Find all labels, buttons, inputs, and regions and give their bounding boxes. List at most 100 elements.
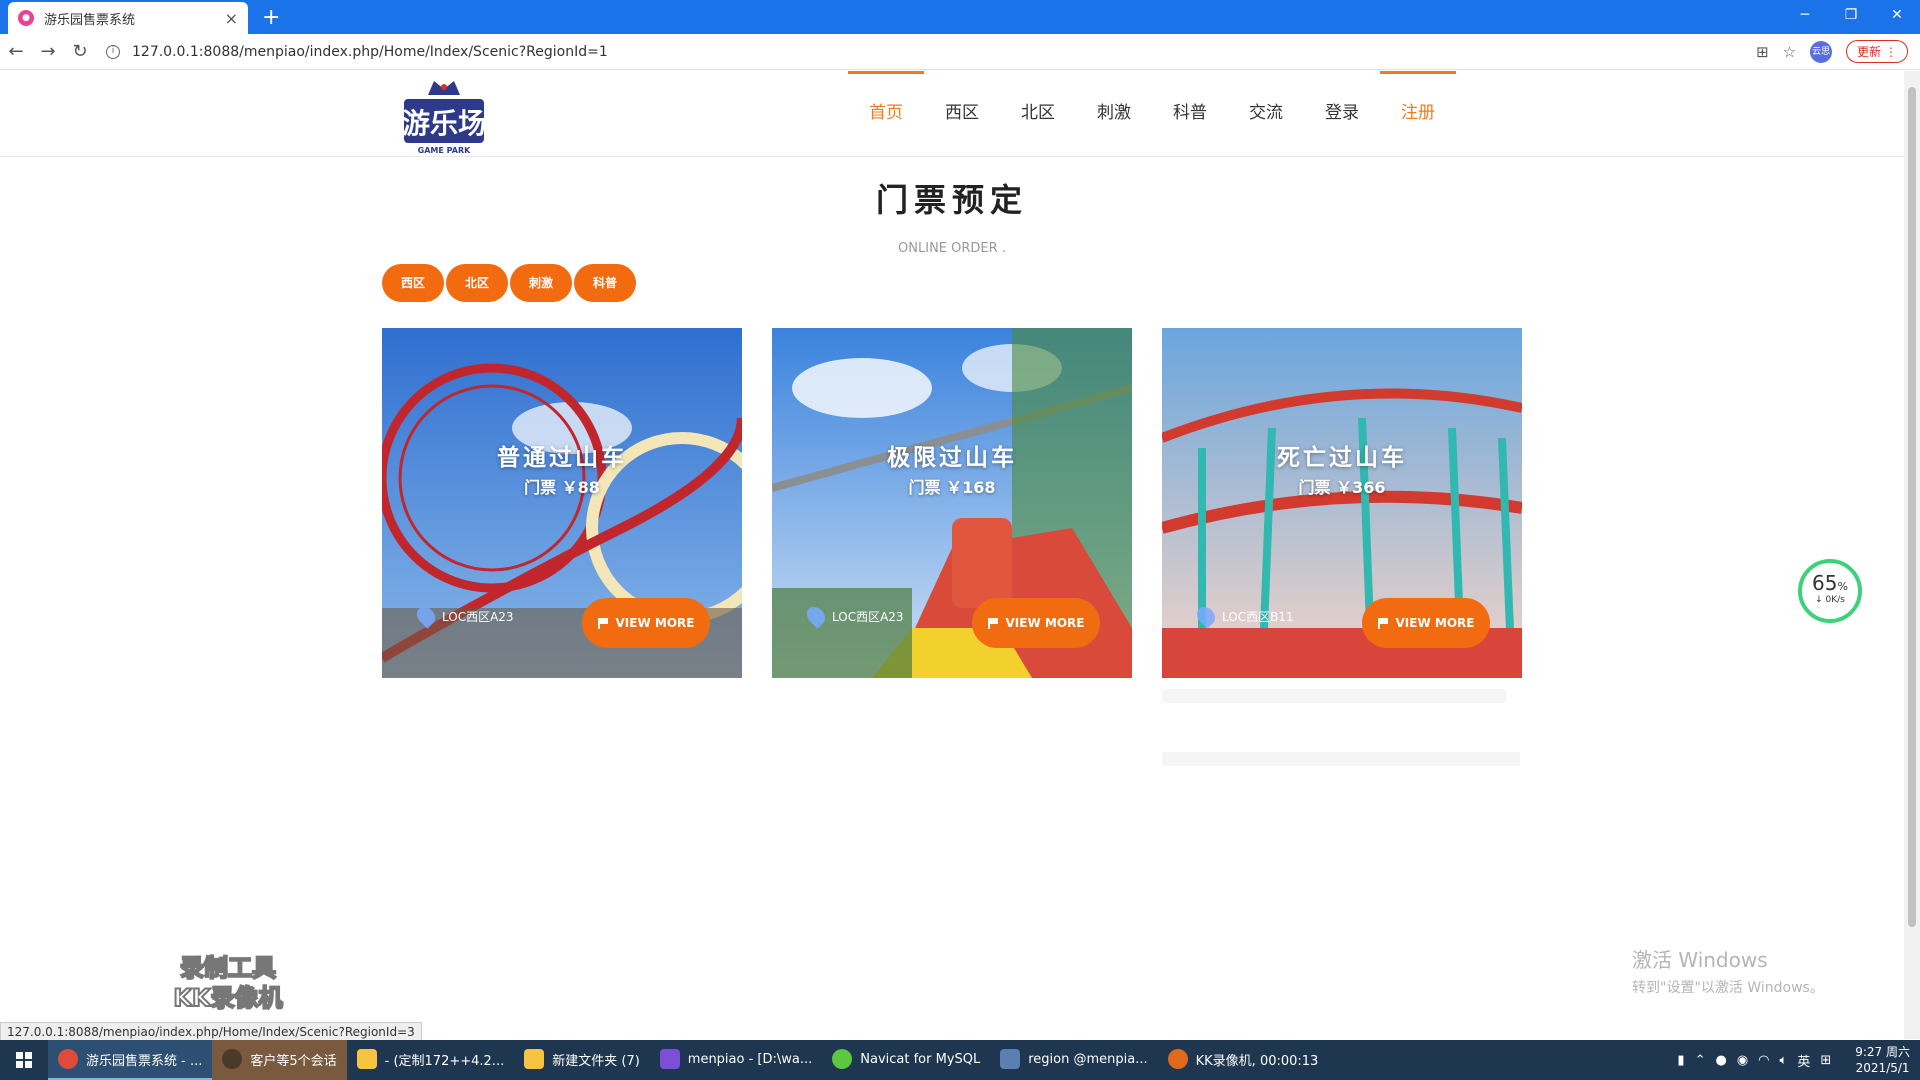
ime-indicator[interactable]: 英 (1797, 1051, 1810, 1070)
nav-science[interactable]: 科普 (1152, 71, 1228, 157)
update-label: 更新 (1857, 45, 1882, 59)
forward-icon[interactable]: → (32, 41, 64, 62)
ride-location: LOC西区A23 (413, 603, 514, 629)
main-nav: 首页 西区 北区 刺激 科普 交流 登录 注册 (848, 71, 1456, 157)
logo-subtext: GAME PARK (418, 146, 471, 155)
browser-tab[interactable]: ● 游乐园售票系统 × (8, 2, 248, 34)
ride-name: 极限过山车 (887, 445, 1017, 471)
taskbar-item-navicat[interactable]: Navicat for MySQL (822, 1040, 990, 1080)
location-pin-icon (413, 603, 439, 629)
close-tab-icon[interactable]: × (225, 9, 238, 28)
system-clock[interactable]: 9:27 周六 2021/5/1 (1855, 1044, 1910, 1076)
view-more-button[interactable]: VIEW MORE (972, 598, 1100, 648)
nav-home[interactable]: 首页 (848, 71, 924, 157)
filter-thrill[interactable]: 刺激 (510, 264, 572, 302)
address-toolbar: ← → ↻ i 127.0.0.1:8088/menpiao/index.php… (0, 34, 1920, 70)
page-title: 门票预定 (875, 181, 1028, 219)
app-tray-icon[interactable]: ● (1715, 1053, 1726, 1068)
phpstorm-icon (659, 1049, 680, 1069)
flag-icon (597, 617, 608, 629)
taskbar-item-region-table[interactable]: region @menpia... (990, 1040, 1157, 1080)
bookmark-star-icon[interactable]: ☆ (1783, 43, 1796, 61)
profile-avatar[interactable]: 云思 (1810, 40, 1833, 63)
taskbar-item-recorder[interactable]: KK录像机, 00:00:13 (1158, 1040, 1329, 1080)
battery-icon[interactable]: ▮ (1677, 1053, 1684, 1068)
back-icon[interactable]: ← (0, 41, 32, 62)
windows-activation-notice: 激活 Windows 转到"设置"以激活 Windows。 (1632, 944, 1824, 997)
translate-icon[interactable]: ⊞ (1756, 43, 1769, 61)
filter-science[interactable]: 科普 (574, 264, 636, 302)
site-header: 游乐场 GAME PARK 首页 西区 北区 刺激 科普 交流 登录 注册 (0, 71, 1904, 157)
filter-west[interactable]: 西区 (382, 264, 444, 302)
game-park-logo[interactable]: 游乐场 GAME PARK (398, 73, 490, 157)
nav-north[interactable]: 北区 (1000, 71, 1076, 157)
flag-icon (987, 617, 998, 629)
nav-forum[interactable]: 交流 (1228, 71, 1304, 157)
minimize-icon[interactable]: ─ (1782, 0, 1828, 30)
taskbar-item-browser[interactable]: 游乐园售票系统 - ... (48, 1040, 213, 1080)
site-favicon-icon: ● (18, 10, 34, 26)
location-text: LOC西区A23 (442, 609, 514, 624)
new-tab-button[interactable]: + (262, 5, 280, 30)
scrollbar-thumb[interactable] (1908, 87, 1916, 927)
ride-card[interactable]: 普通过山车 门票 ￥88 LOC西区A23 VIEW MORE (382, 328, 742, 678)
url-field[interactable]: i 127.0.0.1:8088/menpiao/index.php/Home/… (106, 44, 608, 60)
taskbar-label: menpiao - [D:\wa... (687, 1051, 813, 1067)
recorder-icon (1167, 1049, 1188, 1069)
taskbar-label: 新建文件夹 (7) (552, 1053, 640, 1069)
view-more-button[interactable]: VIEW MORE (1362, 598, 1490, 648)
nav-west[interactable]: 西区 (924, 71, 1000, 157)
network-speed-widget[interactable]: 65% ↓ 0K/s (1798, 559, 1862, 623)
ride-card[interactable]: 死亡过山车 门票 ￥366 LOC西区B11 VIEW MORE (1162, 328, 1522, 678)
window-controls: ─ ❐ ✕ (1782, 0, 1920, 30)
location-pin-icon (1193, 603, 1219, 629)
nav-thrill[interactable]: 刺激 (1076, 71, 1152, 157)
taskbar-item-folder-2[interactable]: 新建文件夹 (7) (514, 1040, 650, 1080)
table-icon (1000, 1049, 1021, 1069)
region-filters: 西区 北区 刺激 科普 (382, 264, 636, 302)
taskbar-item-phpstorm[interactable]: menpiao - [D:\wa... (650, 1040, 822, 1080)
qq-tray-icon[interactable]: ◉ (1737, 1053, 1748, 1068)
tab-title: 游乐园售票系统 (44, 12, 136, 28)
page-subtitle: ONLINE ORDER . (898, 241, 1006, 256)
view-more-label: VIEW MORE (615, 616, 695, 630)
chat-app-icon (222, 1049, 243, 1069)
taskbar-label: 客户等5个会话 (250, 1053, 337, 1069)
url-text: 127.0.0.1:8088/menpiao/index.php/Home/In… (132, 43, 608, 60)
activation-title: 激活 Windows (1632, 948, 1768, 972)
windows-taskbar: 游乐园售票系统 - ... 客户等5个会话 - (定制172++4.2... 新… (0, 1040, 1920, 1080)
nav-login[interactable]: 登录 (1304, 71, 1380, 157)
activation-hint: 转到"设置"以激活 Windows。 (1632, 980, 1824, 996)
taskbar-label: region @menpia... (1028, 1051, 1148, 1067)
restore-icon[interactable]: ❐ (1828, 0, 1874, 30)
taskbar-item-folder-1[interactable]: - (定制172++4.2... (347, 1040, 515, 1080)
system-tray: ▮ ⌃ ● ◉ ◠ 🔈︎ 英 ⊞ 9:27 周六 2021/5/1 (1677, 1040, 1910, 1080)
location-pin-icon (803, 603, 829, 629)
keyboard-icon[interactable]: ⊞ (1820, 1053, 1831, 1068)
taskbar-label: - (定制172++4.2... (384, 1053, 505, 1069)
network-icon[interactable]: ◠ (1758, 1053, 1769, 1068)
volume-icon[interactable]: 🔈︎ (1780, 1053, 1788, 1068)
link-status-bar: 127.0.0.1:8088/menpiao/index.php/Home/In… (0, 1022, 422, 1042)
ride-card[interactable]: 极限过山车 门票 ￥168 LOC西区A23 VIEW MORE (772, 328, 1132, 678)
taskbar-label: 游乐园售票系统 - ... (86, 1053, 203, 1069)
logo-text: 游乐场 (402, 107, 486, 140)
filter-north[interactable]: 北区 (446, 264, 508, 302)
placeholder-bar (1162, 752, 1520, 766)
start-button[interactable] (0, 1040, 48, 1080)
view-more-label: VIEW MORE (1005, 616, 1085, 630)
site-info-icon[interactable]: i (106, 44, 120, 59)
view-more-button[interactable]: VIEW MORE (582, 598, 710, 648)
nav-register[interactable]: 注册 (1380, 71, 1456, 157)
page-scrollbar[interactable] (1904, 71, 1920, 1039)
web-page: 游乐场 GAME PARK 首页 西区 北区 刺激 科普 交流 登录 注册 门票… (0, 71, 1904, 1039)
flag-icon (1377, 617, 1388, 629)
location-text: LOC西区A23 (832, 609, 904, 624)
taskbar-item-chat[interactable]: 客户等5个会话 (212, 1040, 347, 1080)
update-button[interactable]: 更新 ⋮ (1846, 40, 1908, 63)
location-text: LOC西区B11 (1222, 609, 1294, 624)
speed-percent: 65 (1812, 571, 1838, 595)
close-window-icon[interactable]: ✕ (1874, 0, 1920, 30)
reload-icon[interactable]: ↻ (64, 41, 96, 62)
chevron-up-icon[interactable]: ⌃ (1695, 1053, 1706, 1068)
